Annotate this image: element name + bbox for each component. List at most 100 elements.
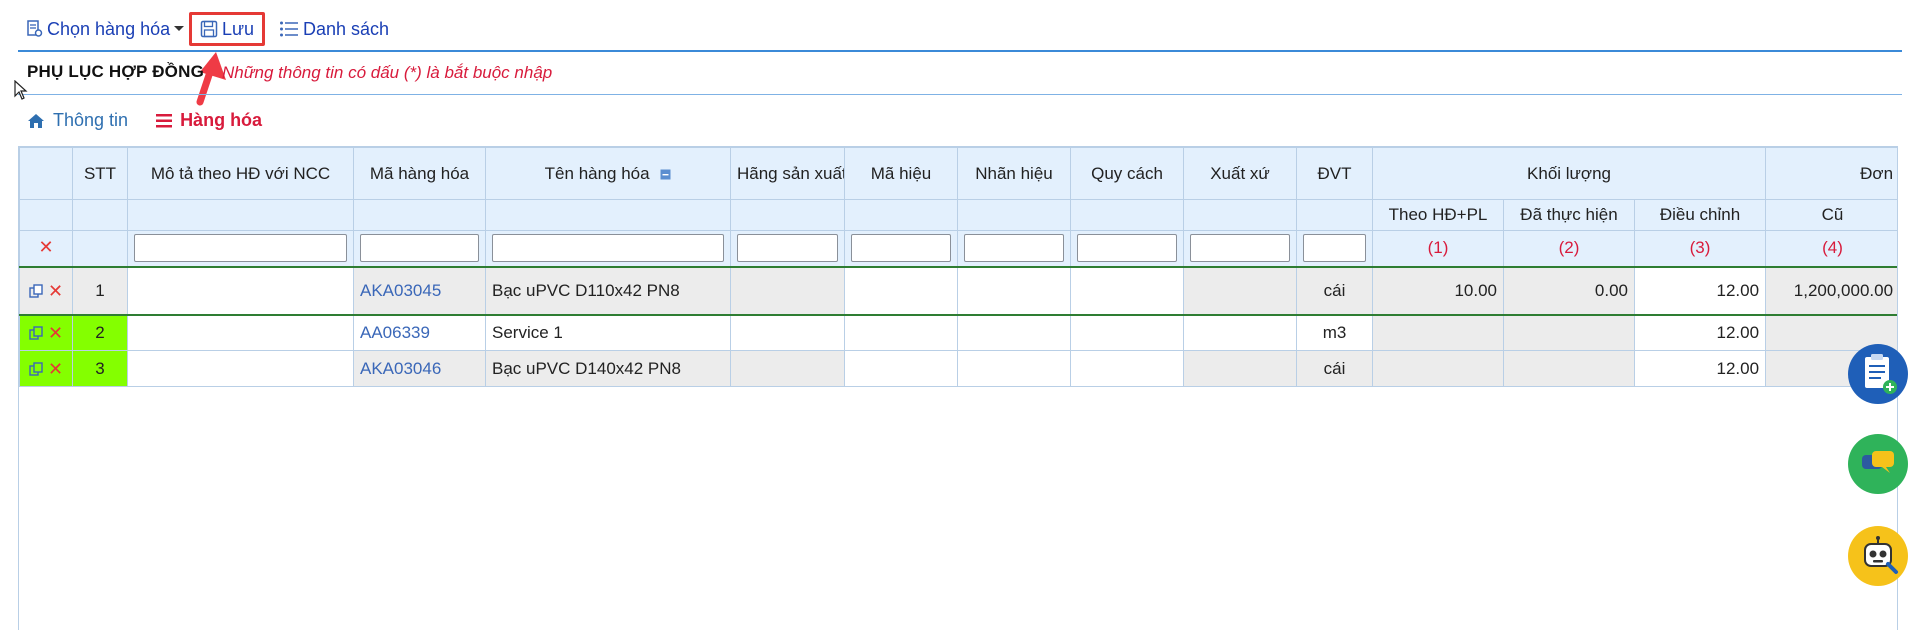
cell-qty-contract [1372, 350, 1504, 387]
add-note-button[interactable] [1848, 344, 1908, 404]
filter-spec-input[interactable] [1077, 234, 1177, 263]
table-row[interactable]: ✕ 1 AKA03045 Bạc uPVC D110x42 PN8 cái 10… [19, 265, 1897, 316]
cell-description[interactable] [127, 350, 354, 387]
goods-table: STT Mô tả theo HĐ với NCC Mã hàng hóa Tê… [19, 147, 1897, 387]
filter-name-input[interactable] [492, 234, 724, 263]
cell-origin[interactable] [1183, 314, 1297, 351]
table-row[interactable]: ✕ 2 AA06339 Service 1 m3 12.00 [19, 314, 1897, 351]
home-icon [28, 113, 44, 128]
copy-icon[interactable] [29, 326, 43, 340]
list-button[interactable]: Danh sách [279, 14, 389, 44]
tab-info[interactable]: Thông tin [27, 110, 128, 131]
goods-grid: STT Mô tả theo HĐ với NCC Mã hàng hóa Tê… [18, 146, 1898, 630]
column-number-4: (4) [1765, 230, 1897, 267]
cell-qty-done [1503, 350, 1635, 387]
cell-model[interactable] [844, 265, 958, 316]
header-description: Mô tả theo HĐ với NCC [127, 147, 354, 200]
header-stt: STT [72, 147, 128, 200]
cell-qty-contract [1372, 314, 1504, 351]
header-name: Tên hàng hóa [485, 147, 731, 200]
cell-stt: 1 [72, 265, 128, 316]
column-number-3: (3) [1633, 230, 1767, 267]
chevron-down-icon [174, 26, 185, 31]
cell-brand[interactable] [957, 314, 1071, 351]
cell-maker [730, 350, 845, 387]
header-actions [19, 147, 73, 200]
cell-unit: cái [1296, 265, 1373, 316]
cell-code[interactable]: AKA03045 [353, 265, 486, 316]
cell-model[interactable] [844, 350, 958, 387]
mouse-cursor-icon [14, 80, 28, 100]
copy-icon[interactable] [29, 361, 43, 376]
cell-brand[interactable] [957, 350, 1071, 387]
save-button[interactable]: Lưu [189, 12, 266, 46]
cell-stt: 3 [72, 350, 128, 387]
cell-description[interactable] [127, 314, 354, 351]
tabs: Thông tin Hàng hóa [27, 110, 290, 131]
cell-brand[interactable] [957, 265, 1071, 316]
header-unit: ĐVT [1296, 147, 1373, 200]
filter-brand-input[interactable] [964, 234, 1064, 263]
collapse-icon[interactable] [660, 169, 671, 180]
column-number-1: (1) [1372, 230, 1504, 267]
cell-price-old: 1,200,000.00 [1765, 265, 1897, 316]
row-actions: ✕ [19, 314, 73, 351]
cell-spec[interactable] [1070, 265, 1184, 316]
filter-model-input[interactable] [851, 234, 951, 263]
chat-button[interactable] [1848, 434, 1908, 494]
copy-icon[interactable] [29, 283, 43, 298]
cell-unit: cái [1296, 350, 1373, 387]
delete-icon[interactable]: ✕ [48, 282, 63, 300]
row-actions: ✕ [19, 350, 73, 387]
cell-code[interactable]: AKA03046 [353, 350, 486, 387]
cell-origin [1183, 350, 1297, 387]
cell-qty-done: 0.00 [1503, 265, 1635, 316]
delete-icon[interactable]: ✕ [48, 360, 63, 378]
list-icon [280, 21, 298, 37]
header-price-group: Đơn [1765, 147, 1897, 200]
cell-qty-adjust[interactable]: 12.00 [1633, 314, 1767, 351]
row-actions: ✕ [19, 265, 73, 316]
cell-spec[interactable] [1070, 350, 1184, 387]
save-icon [200, 20, 218, 38]
filter-maker-input[interactable] [737, 234, 838, 263]
title-divider [18, 94, 1902, 95]
filter-unit-input[interactable] [1303, 234, 1366, 263]
cell-qty-adjust[interactable]: 12.00 [1633, 350, 1767, 387]
cell-description[interactable] [127, 265, 354, 316]
filter-code-input[interactable] [360, 234, 479, 263]
cell-stt: 2 [72, 314, 128, 351]
tab-goods[interactable]: Hàng hóa [156, 110, 262, 131]
cell-spec[interactable] [1070, 314, 1184, 351]
delete-icon[interactable]: ✕ [48, 324, 63, 342]
choose-goods-button[interactable]: Chọn hàng hóa [27, 14, 189, 44]
page-title: PHỤ LỤC HỢP ĐỒNG [27, 62, 205, 81]
header-name-label: Tên hàng hóa [544, 163, 650, 183]
cell-code[interactable]: AA06339 [353, 314, 486, 351]
cell-model[interactable] [844, 314, 958, 351]
list-label: Danh sách [303, 18, 390, 39]
toolbar: Chọn hàng hóa Lưu Danh sách [0, 0, 1912, 52]
filter-description-input[interactable] [134, 234, 347, 263]
header-brand: Nhãn hiệu [957, 147, 1071, 200]
assistant-bot-button[interactable] [1848, 526, 1908, 586]
cell-name: Service 1 [485, 314, 731, 351]
table-row[interactable]: ✕ 3 AKA03046 Bạc uPVC D140x42 PN8 cái 12… [19, 350, 1897, 387]
cell-qty-adjust[interactable]: 12.00 [1633, 265, 1767, 316]
close-icon: ✕ [38, 237, 54, 258]
header-qty-done: Đã thực hiện [1503, 199, 1635, 231]
header-model: Mã hiệu [844, 147, 958, 200]
header-origin: Xuất xứ [1183, 147, 1297, 200]
header-qty-contract: Theo HĐ+PL [1372, 199, 1504, 231]
header-divider [18, 50, 1902, 52]
tab-goods-label: Hàng hóa [180, 110, 263, 130]
cell-qty-done [1503, 314, 1635, 351]
header-spec: Quy cách [1070, 147, 1184, 200]
column-number-2: (2) [1503, 230, 1635, 267]
cell-unit: m3 [1296, 314, 1373, 351]
menu-icon [156, 113, 173, 127]
cell-maker[interactable] [730, 314, 845, 351]
filter-origin-input[interactable] [1190, 234, 1290, 263]
clear-filter-button[interactable]: ✕ [19, 230, 73, 267]
required-note: Những thông tin có dấu (*) là bắt buộc n… [222, 63, 553, 82]
